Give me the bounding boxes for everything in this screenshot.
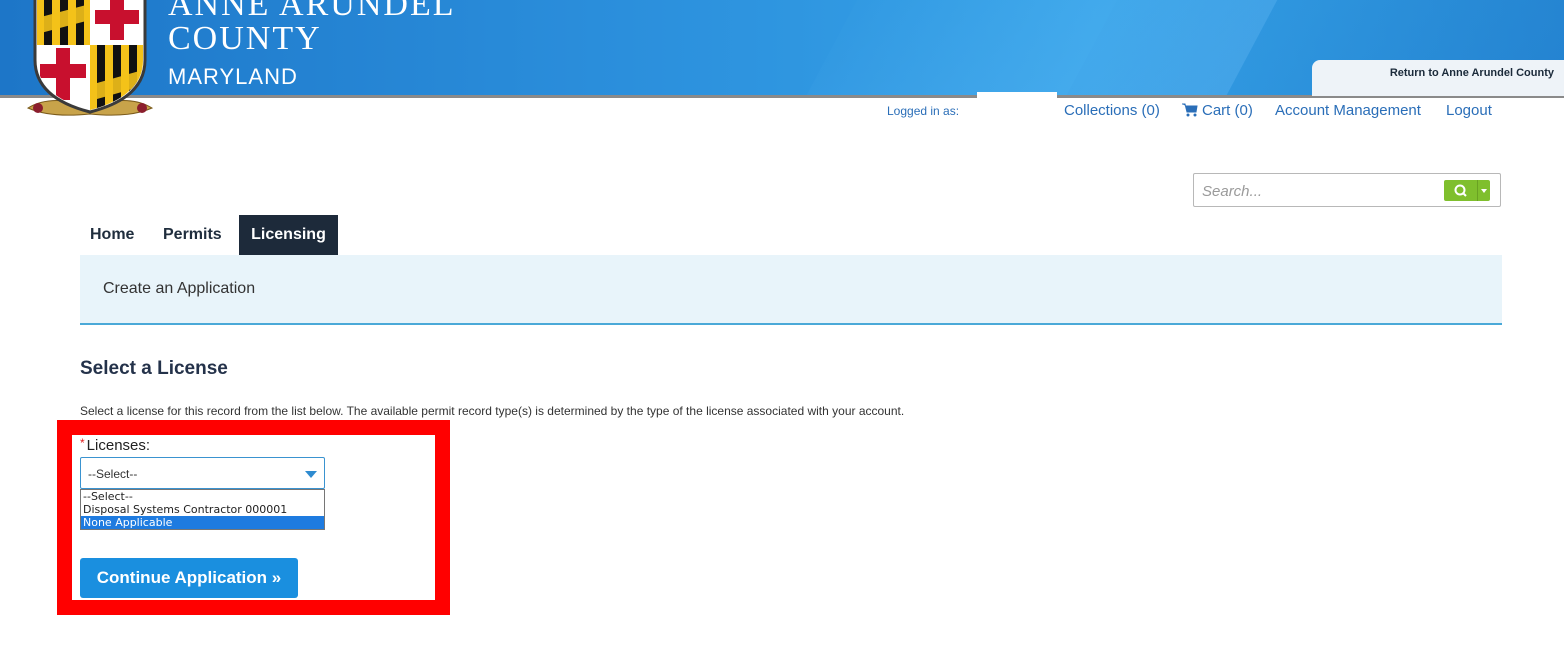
- redacted-username: [977, 92, 1057, 118]
- county-seal-logo[interactable]: [20, 0, 160, 135]
- search-box: [1193, 173, 1501, 207]
- return-to-county-link[interactable]: Return to Anne Arundel County: [1312, 60, 1564, 96]
- page-title: Create an Application: [103, 280, 256, 297]
- licenses-select[interactable]: --Select--: [80, 457, 325, 489]
- search-input[interactable]: [1200, 180, 1434, 202]
- logged-in-label: Logged in as:: [887, 104, 960, 118]
- instructions-text: Select a license for this record from th…: [80, 404, 905, 418]
- required-marker: *: [80, 436, 85, 450]
- state-name: MARYLAND: [168, 64, 298, 89]
- tab-licensing[interactable]: Licensing: [239, 215, 338, 262]
- logout-link[interactable]: Logout: [1446, 102, 1492, 119]
- cart-label: Cart (0): [1202, 102, 1253, 119]
- cart-icon: [1182, 103, 1198, 117]
- section-heading: Select a License: [80, 358, 228, 379]
- search-button[interactable]: [1444, 180, 1490, 201]
- tab-home[interactable]: Home: [80, 215, 144, 255]
- licenses-dropdown-list: --Select-- Disposal Systems Contractor 0…: [80, 489, 325, 530]
- page-title-bar: Create an Application: [80, 255, 1502, 325]
- tab-licensing-label: Licensing: [251, 226, 326, 243]
- continue-application-button[interactable]: Continue Application »: [80, 558, 298, 598]
- dropdown-option[interactable]: None Applicable: [81, 516, 324, 529]
- magnifier-icon: [1454, 184, 1467, 197]
- cart-link[interactable]: Cart (0): [1182, 102, 1253, 119]
- search-options-toggle[interactable]: [1477, 180, 1490, 201]
- collections-link[interactable]: Collections (0): [1064, 102, 1160, 119]
- licenses-select-value: --Select--: [88, 467, 138, 481]
- account-management-link[interactable]: Account Management: [1275, 102, 1421, 119]
- tab-permits[interactable]: Permits: [153, 215, 232, 255]
- licenses-label: * Licenses:: [80, 436, 150, 454]
- chevron-down-icon: [1481, 189, 1487, 193]
- licenses-label-text: Licenses:: [86, 437, 151, 454]
- county-name-line2: COUNTY: [168, 20, 322, 57]
- dropdown-arrow-icon: [305, 471, 317, 478]
- dropdown-option[interactable]: --Select--: [81, 490, 324, 503]
- dropdown-option[interactable]: Disposal Systems Contractor 000001: [81, 503, 324, 516]
- return-to-county-label: Return to Anne Arundel County: [1389, 67, 1554, 79]
